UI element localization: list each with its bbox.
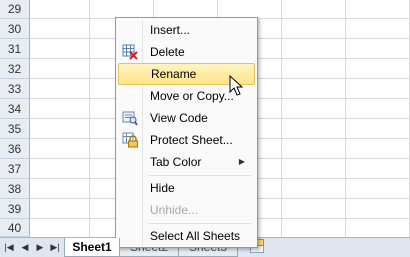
prev-sheet-nav-button[interactable]: ◀: [19, 241, 31, 254]
row-header-34[interactable]: 34: [0, 99, 30, 119]
menu-item-label: Protect Sheet...: [150, 133, 233, 147]
delete-sheet-icon: [122, 44, 138, 60]
row-header-29[interactable]: 29: [0, 0, 30, 19]
row-header-37[interactable]: 37: [0, 159, 30, 179]
menu-item-delete[interactable]: Delete: [118, 41, 255, 63]
row-header-39[interactable]: 39: [0, 199, 30, 219]
menu-item-hide[interactable]: Hide: [118, 177, 255, 199]
menu-item-label: Hide: [150, 181, 175, 195]
menu-item-label: Select All Sheets: [150, 229, 241, 243]
sheet-tab-sheet1[interactable]: Sheet1: [64, 238, 120, 257]
view-code-icon: [122, 110, 138, 126]
menu-item-label: Delete: [150, 45, 185, 59]
menu-item-tab-color[interactable]: Tab Color ▶: [118, 151, 255, 173]
next-sheet-nav-button[interactable]: ▶: [34, 241, 46, 254]
first-sheet-nav-button[interactable]: |◀: [3, 241, 15, 254]
menu-separator: [148, 175, 251, 176]
menu-item-label: Tab Color: [150, 155, 202, 169]
row-header-38[interactable]: 38: [0, 179, 30, 199]
menu-item-view-code[interactable]: View Code: [118, 107, 255, 129]
row-header-30[interactable]: 30: [0, 19, 30, 39]
menu-item-select-all-sheets[interactable]: Select All Sheets: [118, 225, 255, 247]
submenu-arrow-icon: ▶: [238, 157, 245, 166]
menu-item-label: View Code: [150, 111, 208, 125]
mouse-pointer-icon: [229, 75, 244, 96]
menu-item-label: Rename: [151, 67, 197, 81]
row-header-36[interactable]: 36: [0, 139, 30, 159]
menu-item-insert[interactable]: Insert...: [118, 19, 255, 41]
menu-item-protect-sheet[interactable]: Protect Sheet...: [118, 129, 255, 151]
sheet-tab-context-menu: Insert... Delete Rename Move or Copy...: [115, 17, 258, 248]
last-sheet-nav-button[interactable]: ▶|: [49, 241, 61, 254]
menu-item-label: Unhide...: [150, 203, 199, 217]
menu-item-label: Move or Copy...: [150, 89, 234, 103]
row-header-35[interactable]: 35: [0, 119, 30, 139]
menu-separator: [148, 223, 251, 224]
row-header-33[interactable]: 33: [0, 79, 30, 99]
row-header-32[interactable]: 32: [0, 59, 30, 79]
row-header-40[interactable]: 40: [0, 219, 30, 237]
menu-item-unhide: Unhide...: [118, 199, 255, 221]
protect-sheet-icon: [122, 132, 138, 148]
row-header-31[interactable]: 31: [0, 39, 30, 59]
menu-item-label: Insert...: [150, 23, 191, 37]
